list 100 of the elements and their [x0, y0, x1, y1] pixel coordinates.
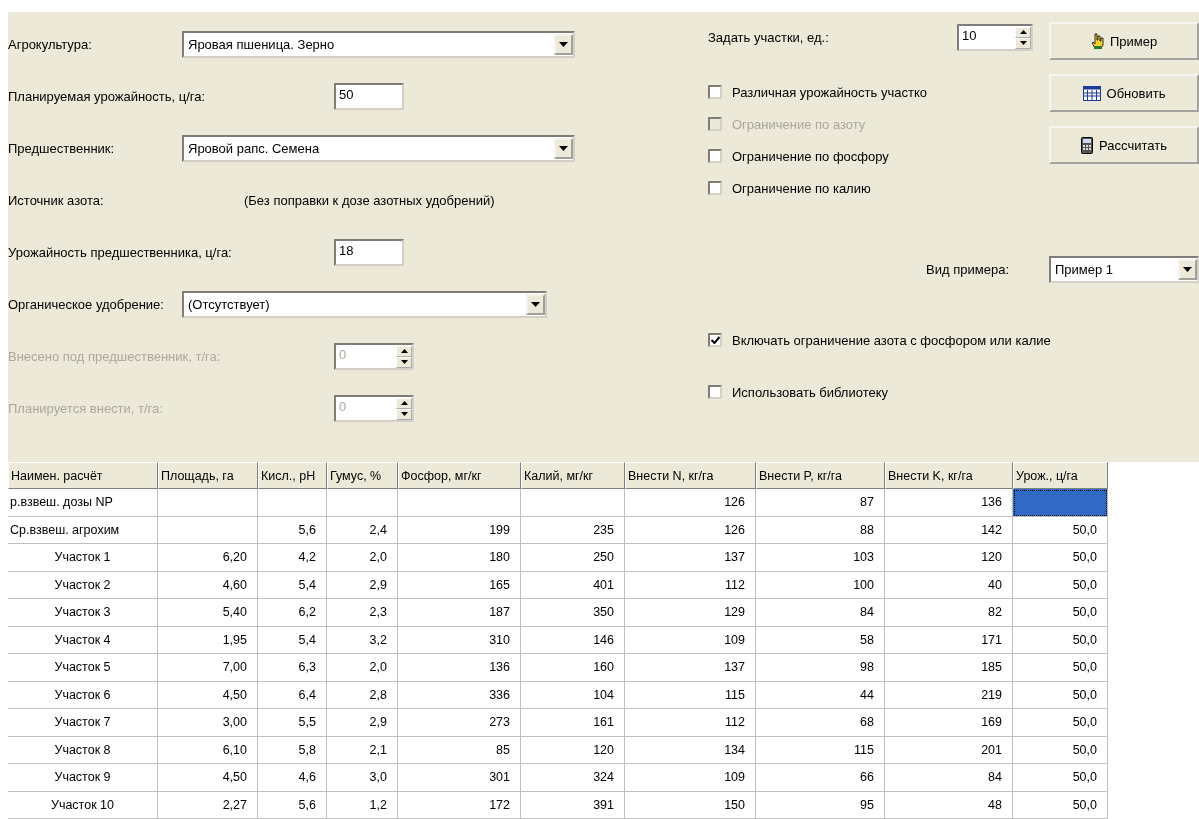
table-cell: 50,0 — [1013, 599, 1108, 627]
column-header[interactable]: Внести K, кг/га — [885, 462, 1013, 489]
dropdown-field[interactable]: Яровой рапс. Семена — [182, 134, 575, 162]
calendar-icon — [1082, 85, 1101, 101]
table-cell: Участок 8 — [8, 736, 158, 764]
table-cell: 115 — [756, 736, 885, 764]
table-cell: 165 — [398, 571, 521, 599]
dropdown-button[interactable] — [554, 137, 573, 159]
table-cell: 273 — [398, 709, 521, 737]
table-cell: 137 — [625, 544, 756, 572]
input-field[interactable]: 50 — [334, 82, 404, 110]
table-cell: 2,8 — [327, 681, 398, 709]
table-cell: Ср.взвеш. агрохим — [8, 516, 158, 544]
table-cell: 2,0 — [327, 544, 398, 572]
table-cell: 4,2 — [258, 544, 327, 572]
input-field[interactable]: 18 — [334, 238, 404, 266]
column-header[interactable]: Площадь, га — [158, 462, 258, 489]
table-cell: 40 — [885, 571, 1013, 599]
dropdown-button[interactable] — [1178, 258, 1197, 280]
table-cell: 95 — [756, 791, 885, 819]
checkbox[interactable]: Включать ограничение азота с фосфором или калие — [708, 324, 1199, 356]
column-header[interactable]: Калий, мг/кг — [521, 462, 625, 489]
field-label: Органическое удобрение: — [8, 296, 165, 312]
spin-up-button[interactable] — [1015, 26, 1031, 38]
table-cell: 120 — [885, 544, 1013, 572]
table-cell: 109 — [625, 626, 756, 654]
caret-icon — [531, 301, 540, 307]
table-cell: 391 — [521, 791, 625, 819]
column-header[interactable]: Фосфор, мг/кг — [398, 462, 521, 489]
field-label: Планируется внести, т/га: — [8, 400, 164, 416]
up-arrow-icon — [400, 349, 408, 353]
dropdown-field[interactable]: Пример 1 — [1049, 255, 1199, 283]
table-cell: 2,9 — [327, 709, 398, 737]
field-label: Внесено под предшественник, т/га: — [8, 348, 222, 364]
table-cell: 6,4 — [258, 681, 327, 709]
dropdown-button[interactable] — [554, 33, 573, 55]
field-value: (Отсутствует) — [188, 296, 270, 312]
column-header[interactable]: Гумус, % — [327, 462, 398, 489]
dropdown-field[interactable]: Яровая пшеница. Зерно — [182, 30, 575, 58]
toolbar-button[interactable]: Обновить — [1049, 74, 1199, 112]
checkbox-box[interactable] — [708, 181, 722, 195]
table-cell: 4,6 — [258, 764, 327, 792]
table-cell: 82 — [885, 599, 1013, 627]
column-header[interactable]: Внести N, кг/га — [625, 462, 756, 489]
column-header[interactable]: Наимен. расчёт — [8, 462, 158, 489]
table-cell: 201 — [885, 736, 1013, 764]
table-cell: Участок 4 — [8, 626, 158, 654]
table-cell: 310 — [398, 626, 521, 654]
table-cell: Участок 1 — [8, 544, 158, 572]
dropdown-button[interactable] — [526, 293, 545, 315]
dropdown-field[interactable]: (Отсутствует) — [182, 290, 547, 318]
checkbox[interactable]: Различная урожайность участко — [708, 76, 1033, 108]
checkbox-box[interactable] — [708, 385, 722, 399]
checkbox-box[interactable] — [708, 333, 722, 347]
table-cell: 5,40 — [158, 599, 258, 627]
column-header[interactable]: Внести P, кг/га — [756, 462, 885, 489]
table-cell: 50,0 — [1013, 681, 1108, 709]
toolbar-button[interactable]: Пример — [1049, 22, 1199, 60]
table-cell: 68 — [756, 709, 885, 737]
checkbox-box[interactable] — [708, 149, 722, 163]
table-cell: 5,8 — [258, 736, 327, 764]
checkbox[interactable]: Использовать библиотеку — [708, 376, 1199, 408]
table-cell: 350 — [521, 599, 625, 627]
field-value: Яровая пшеница. Зерно — [188, 36, 335, 52]
field-value: 0 — [339, 398, 347, 414]
toolbar-button[interactable]: Рассчитать — [1049, 126, 1199, 164]
spin-down-button[interactable] — [1015, 37, 1031, 49]
table-cell: 3,00 — [158, 709, 258, 737]
table-cell: 2,1 — [327, 736, 398, 764]
table-cell: 219 — [885, 681, 1013, 709]
checkbox[interactable]: Ограничение по калию — [708, 172, 1033, 204]
field-value: 0 — [339, 346, 347, 362]
table-cell: 324 — [521, 764, 625, 792]
column-header[interactable]: Урож., ц/га — [1013, 462, 1108, 489]
field-label: Агрокультура: — [8, 36, 93, 52]
table-cell: 126 — [625, 489, 756, 517]
field-label: Предшественник: — [8, 140, 116, 156]
table-cell: 199 — [398, 516, 521, 544]
table-cell: 104 — [521, 681, 625, 709]
table-cell: 5,5 — [258, 709, 327, 737]
table-cell: 88 — [756, 516, 885, 544]
table-cell: 180 — [398, 544, 521, 572]
table-cell: 5,4 — [258, 571, 327, 599]
column-header[interactable]: Кисл., pH — [258, 462, 327, 489]
table-cell: 109 — [625, 764, 756, 792]
down-arrow-icon — [400, 360, 408, 364]
table-cell: 50,0 — [1013, 571, 1108, 599]
checkbox[interactable]: Ограничение по фосфору — [708, 140, 1033, 172]
field-label: Планируемая урожайность, ц/га: — [8, 88, 207, 104]
down-arrow-icon — [1019, 41, 1027, 45]
table-cell: 100 — [756, 571, 885, 599]
table-cell: 1,95 — [158, 626, 258, 654]
checkbox-box[interactable] — [708, 85, 722, 99]
caret-icon — [1183, 266, 1192, 272]
table-cell: 5,6 — [258, 516, 327, 544]
calculator-icon — [1081, 136, 1094, 154]
table-cell: 161 — [521, 709, 625, 737]
hand-icon — [1090, 33, 1104, 49]
table-cell: 150 — [625, 791, 756, 819]
spin-field[interactable]: 10 — [957, 23, 1033, 51]
